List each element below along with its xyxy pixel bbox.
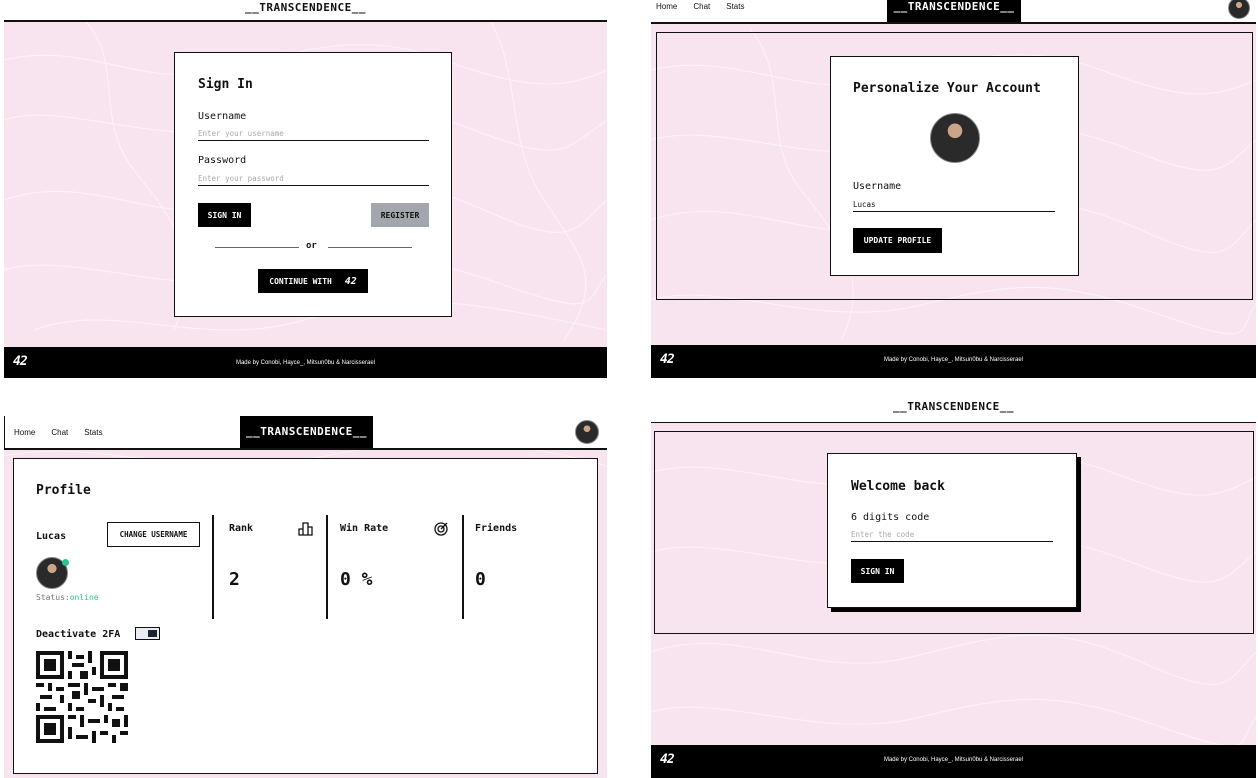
signin-button[interactable]: SIGN IN — [198, 203, 251, 227]
twofa-toggle[interactable] — [135, 627, 160, 640]
personalize-screenshot: Home Chat Stats __TRANSCENDENCE__ Person… — [651, 0, 1256, 378]
register-button[interactable]: REGISTER — [371, 203, 429, 227]
online-dot-icon — [62, 559, 69, 566]
password-label: Password — [198, 155, 247, 166]
status-value: online — [69, 593, 99, 602]
friends-value: 0 — [475, 569, 486, 590]
signin-screenshot: __TRANSCENDENCE__ Sign In Username Passw… — [4, 0, 607, 378]
friends-label: Friends — [475, 523, 518, 534]
status-label: Status: — [36, 593, 70, 602]
username-input[interactable] — [198, 127, 429, 141]
twofa-signin-screenshot: __TRANSCENDENCE__ Welcome back 6 digits … — [651, 392, 1256, 778]
change-username-button[interactable]: CHANGE USERNAME — [107, 522, 200, 547]
update-profile-button[interactable]: UPDATE PROFILE — [853, 228, 942, 253]
nav-home[interactable]: Home — [14, 428, 35, 437]
signin-card: Sign In Username Password SIGN IN REGIST… — [174, 52, 452, 317]
or-text: or — [306, 241, 317, 251]
code-input[interactable] — [851, 528, 1053, 542]
user-avatar[interactable] — [575, 420, 599, 444]
nav-stats[interactable]: Stats — [726, 2, 744, 11]
header: Home Chat Stats __TRANSCENDENCE__ — [4, 416, 607, 450]
signin-button[interactable]: SIGN IN — [851, 559, 904, 583]
rank-label: Rank — [229, 523, 254, 534]
password-input[interactable] — [198, 172, 429, 186]
user-avatar[interactable] — [1228, 0, 1250, 19]
profile-card: Profile Lucas CHANGE USERNAME Status:onl… — [13, 458, 598, 774]
header: Home Chat Stats __TRANSCENDENCE__ — [651, 0, 1256, 24]
stat-divider-1 — [212, 515, 214, 619]
profile-title: Profile — [36, 483, 91, 498]
winrate-value: 0 % — [340, 569, 373, 590]
footer-credits: Made by Conobi, Hayce_, Mitsun0bu & Narc… — [883, 357, 1024, 363]
nav-menu: Home Chat Stats — [14, 428, 102, 437]
header: __TRANSCENDENCE__ — [4, 0, 607, 22]
target-icon — [434, 522, 448, 536]
nav-menu: Home Chat Stats — [656, 2, 744, 11]
username-label: Username — [198, 111, 247, 122]
status-line: Status:online — [36, 593, 99, 602]
nav-stats[interactable]: Stats — [84, 428, 102, 437]
footer-credits: Made by Conobi, Hayce_, Mitsun0bu & Narc… — [235, 360, 376, 366]
footer-credits: Made by Conobi, Hayce_, Mitsun0bu & Narc… — [883, 757, 1024, 763]
personalize-card: Personalize Your Account Username UPDATE… — [830, 56, 1079, 276]
code-label: 6 digits code — [851, 512, 930, 523]
footer: 42 Made by Conobi, Hayce_, Mitsun0bu & N… — [4, 347, 607, 378]
personalize-title: Personalize Your Account — [853, 81, 1041, 96]
or-divider-left — [215, 247, 299, 248]
brand-title[interactable]: __TRANSCENDENCE__ — [240, 416, 373, 448]
nav-chat[interactable]: Chat — [51, 428, 68, 437]
twofa-qr-code — [36, 651, 128, 743]
signin-title: Sign In — [198, 77, 253, 92]
username-input[interactable] — [853, 198, 1055, 212]
footer: 42 Made by Conobi, Hayce_, Mitsun0bu & N… — [651, 345, 1256, 378]
brand-title[interactable]: __TRANSCENDENCE__ — [893, 400, 1014, 413]
logo-42-icon: 42 — [344, 275, 357, 287]
footer: 42 Made by Conobi, Hayce_, Mitsun0bu & N… — [651, 745, 1256, 778]
profile-screenshot: Home Chat Stats __TRANSCENDENCE__ Profil… — [4, 416, 607, 778]
or-divider-right — [328, 247, 412, 248]
continue-with-42-button[interactable]: CONTINUE WITH 42 — [258, 269, 368, 293]
profile-username: Lucas — [36, 531, 67, 542]
welcome-title: Welcome back — [851, 479, 945, 494]
welcome-card: Welcome back 6 digits code SIGN IN — [827, 453, 1077, 608]
stat-divider-3 — [462, 515, 464, 619]
header: __TRANSCENDENCE__ — [651, 392, 1256, 423]
rank-podium-icon — [298, 522, 313, 536]
username-label: Username — [853, 181, 902, 192]
profile-avatar[interactable] — [930, 113, 980, 163]
winrate-label: Win Rate — [340, 523, 389, 534]
twofa-label: Deactivate 2FA — [36, 629, 121, 640]
brand-title[interactable]: __TRANSCENDENCE__ — [887, 0, 1021, 22]
nav-home[interactable]: Home — [656, 2, 677, 11]
nav-chat[interactable]: Chat — [693, 2, 710, 11]
continue-label: CONTINUE WITH — [269, 276, 332, 286]
brand-title[interactable]: __TRANSCENDENCE__ — [245, 1, 366, 14]
rank-value: 2 — [229, 569, 240, 590]
stat-divider-2 — [326, 515, 328, 619]
